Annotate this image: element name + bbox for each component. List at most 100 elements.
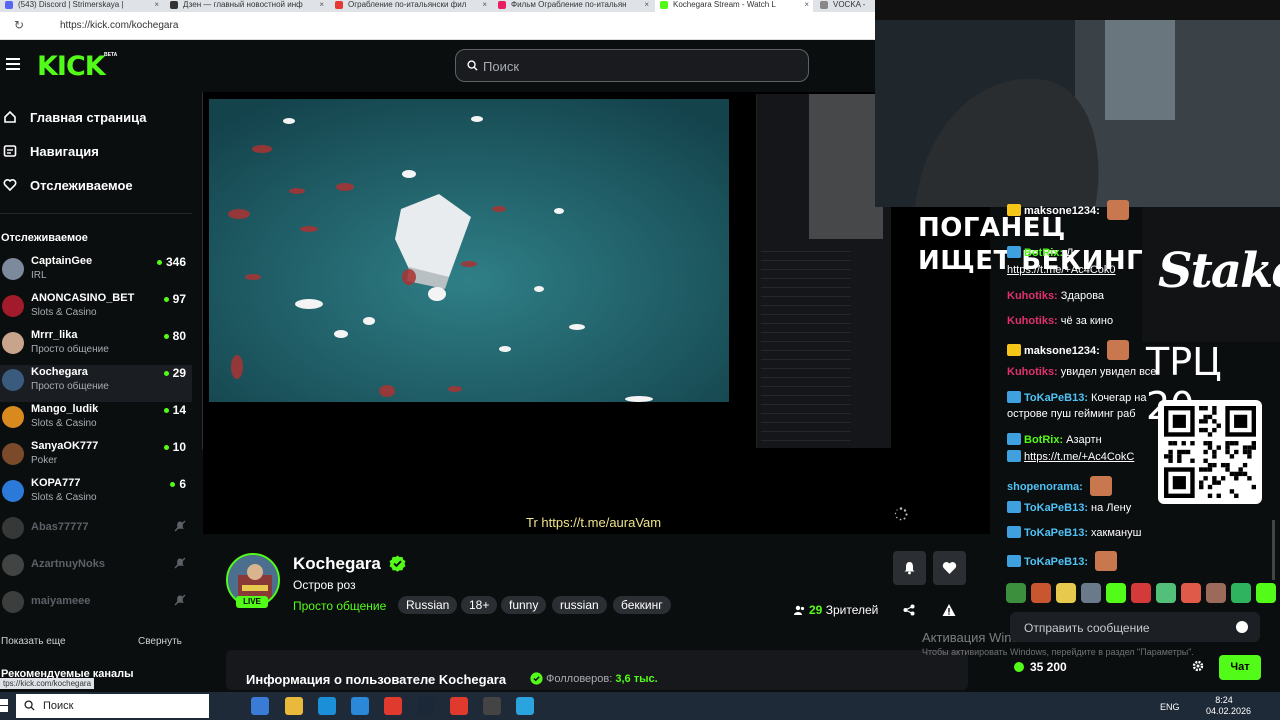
stream-tag[interactable]: беккинг — [613, 596, 671, 614]
emote-icon[interactable] — [1106, 583, 1126, 603]
steam-icon[interactable] — [417, 697, 435, 715]
nav-browse[interactable]: Навигация — [0, 137, 200, 167]
browser-tab[interactable]: (543) Discord | Strimerskaya | × — [0, 0, 163, 12]
url-field[interactable]: https://kick.com/kochegara — [60, 20, 178, 31]
sidebar-channel-azartnuynoks[interactable]: AzartnuyNoks — [0, 550, 192, 587]
chat-message-text[interactable]: https://t.me/+Ac4CokC — [1024, 451, 1134, 463]
stream-tag[interactable]: 18+ — [461, 596, 498, 614]
yandex-icon[interactable] — [450, 697, 468, 715]
telegram-icon[interactable] — [516, 697, 534, 715]
emoji-picker-icon[interactable] — [1236, 621, 1248, 633]
close-tab-icon[interactable]: × — [644, 0, 649, 10]
chat-username[interactable]: shopenorama: — [1007, 481, 1083, 493]
casino-panel-row — [761, 352, 851, 360]
show-more-button[interactable]: Показать еще — [1, 636, 66, 647]
browser-tab-label: Kochegara Stream - Watch L — [673, 0, 776, 9]
viewer-count-number: 10 — [172, 440, 186, 454]
nav-home[interactable]: Главная страница — [0, 103, 200, 133]
menu-icon[interactable] — [6, 58, 20, 70]
chat-username[interactable]: ToKaPeB13: — [1024, 392, 1088, 404]
stream-tag[interactable]: funny — [501, 596, 547, 614]
share-icon[interactable] — [903, 604, 915, 616]
emote-icon[interactable] — [1206, 583, 1226, 603]
emote-icon[interactable] — [1131, 583, 1151, 603]
chat-message: ToKaPeB13: на Лену — [1007, 501, 1131, 514]
emote-icon[interactable] — [1231, 583, 1251, 603]
kick-logo[interactable]: KICK — [37, 51, 106, 82]
sidebar-channel-anoncasino_bet[interactable]: ANONCASINO_BET Slots & Casino 97 — [0, 291, 192, 328]
calculator-icon[interactable] — [251, 697, 269, 715]
taskbar-clock[interactable]: 8:24 04.02.2026 — [1206, 695, 1251, 717]
chat-username[interactable]: ToKaPeB13: — [1024, 556, 1088, 568]
report-icon[interactable] — [942, 603, 956, 617]
channel-points[interactable]: 35 200 — [1014, 660, 1067, 674]
file-explorer-icon[interactable] — [285, 697, 303, 715]
nav-following[interactable]: Отслеживаемое — [0, 171, 200, 201]
about-title: Информация о пользователе Kochegara — [246, 672, 507, 687]
collapse-button[interactable]: Свернуть — [138, 636, 182, 647]
mail-icon[interactable] — [351, 697, 369, 715]
streamer-name[interactable]: Kochegara — [293, 554, 381, 574]
yandex-browser-icon[interactable] — [384, 697, 402, 715]
chat-username[interactable]: maksone1234: — [1024, 205, 1100, 217]
windows-start-icon[interactable] — [0, 699, 8, 713]
chat-username[interactable]: maksone1234: — [1024, 345, 1100, 357]
video-player[interactable]: Tr https://t.me/auraVam — [203, 92, 990, 534]
edge-browser-icon[interactable] — [318, 697, 336, 715]
sidebar-channel-mango_ludik[interactable]: Mango_ludik Slots & Casino 14 — [0, 402, 192, 439]
emote-icon[interactable] — [1031, 583, 1051, 603]
chat-username[interactable]: ToKaPeB13: — [1024, 502, 1088, 514]
followers-value: 3,6 тыс. — [615, 673, 658, 685]
sidebar-channel-kopa777[interactable]: KOPA777 Slots & Casino 6 — [0, 476, 192, 513]
emote-icon[interactable] — [1081, 583, 1101, 603]
taskbar-search[interactable]: Поиск — [16, 694, 209, 718]
chat-message-text[interactable]: https://t.me/+Ac4Cok0 — [1007, 264, 1116, 276]
sidebar-channel-abas77777[interactable]: Abas77777 — [0, 513, 192, 550]
chat-message-input[interactable]: Отправить сообщение — [1010, 612, 1260, 642]
close-tab-icon[interactable]: × — [154, 0, 159, 10]
sidebar-channel-maiyameee[interactable]: maiyameee — [0, 587, 192, 624]
stream-category-link[interactable]: Просто общение — [293, 599, 386, 613]
emote-icon[interactable] — [1156, 583, 1176, 603]
stream-tag[interactable]: Russian — [398, 596, 458, 614]
chat-username[interactable]: BotRix: — [1024, 247, 1063, 259]
chat-emote — [1095, 551, 1118, 571]
chat-message-text: острове пуш гейминг раб — [1007, 408, 1136, 420]
chat-username[interactable]: Kuhotiks: — [1007, 366, 1058, 378]
chat-send-button[interactable]: Чат — [1219, 655, 1261, 680]
chat-scrollbar[interactable] — [1272, 520, 1275, 580]
emote-icon[interactable] — [1181, 583, 1201, 603]
stream-tag[interactable]: russian — [552, 596, 607, 614]
chat-username[interactable]: ToKaPeB13: — [1024, 527, 1088, 539]
close-tab-icon[interactable]: × — [319, 0, 324, 10]
app-icon[interactable] — [483, 697, 501, 715]
chat-username[interactable]: Kuhotiks: — [1007, 315, 1058, 327]
notifications-button[interactable] — [893, 551, 926, 585]
gear-icon[interactable] — [1192, 660, 1204, 672]
close-tab-icon[interactable]: × — [482, 0, 487, 10]
follow-button[interactable] — [933, 551, 966, 585]
browser-tab[interactable]: Дзен — главный новостной инф × — [165, 0, 328, 12]
channel-avatar — [2, 295, 24, 317]
chat-username[interactable]: BotRix: — [1024, 434, 1063, 446]
emote-icon[interactable] — [1006, 583, 1026, 603]
browser-tab[interactable]: Фильм Ограбление по-итальян × — [493, 0, 653, 12]
task-view-icon[interactable] — [218, 697, 236, 715]
browser-tab[interactable]: Ограбление по-итальянски фил × — [330, 0, 491, 12]
chat-username[interactable]: Kuhotiks: — [1007, 290, 1058, 302]
viewer-count-number: 29 — [172, 366, 186, 380]
emote-icon[interactable] — [1256, 583, 1276, 603]
sidebar-channel-sanyaok777[interactable]: SanyaOK777 Poker 10 — [0, 439, 192, 476]
browser-tab[interactable]: Kochegara Stream - Watch L × — [655, 0, 813, 12]
reload-icon[interactable]: ↻ — [14, 19, 26, 31]
close-tab-icon[interactable]: × — [804, 0, 809, 10]
sidebar-channel-captaingee[interactable]: CaptainGee IRL 346 — [0, 254, 192, 291]
keyboard-language[interactable]: ENG — [1160, 702, 1180, 712]
channel-viewer-count: 29 — [163, 366, 186, 380]
browser-tab[interactable]: VOCKA - — [815, 0, 880, 12]
casino-panel-row — [761, 280, 851, 288]
emote-icon[interactable] — [1056, 583, 1076, 603]
sidebar-channel-kochegara[interactable]: Kochegara Просто общение 29 — [0, 365, 192, 402]
sidebar-channel-mrrr_lika[interactable]: Mrrr_lika Просто общение 80 — [0, 328, 192, 365]
search-input[interactable]: Поиск — [455, 49, 809, 82]
